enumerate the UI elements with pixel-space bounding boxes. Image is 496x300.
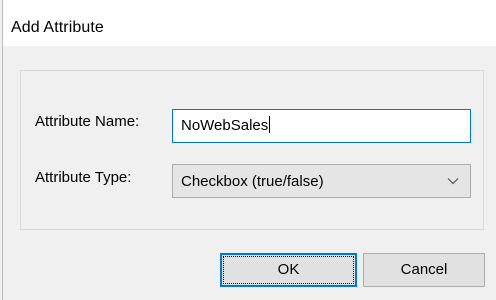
dialog-title: Add Attribute [11, 19, 104, 36]
attribute-group-box [20, 70, 484, 230]
cancel-button-label: Cancel [400, 261, 448, 278]
attribute-type-label: Attribute Type: [35, 169, 132, 186]
text-caret [269, 116, 271, 133]
attribute-type-select[interactable]: Checkbox (true/false) [172, 164, 471, 198]
cancel-button[interactable]: Cancel [363, 253, 485, 287]
attribute-type-value: Checkbox (true/false) [181, 173, 324, 190]
chevron-down-icon [447, 178, 459, 185]
add-attribute-dialog: Add Attribute Attribute Name: NoWebSales… [0, 0, 496, 300]
ok-button-label: OK [277, 261, 300, 278]
ok-button[interactable]: OK [220, 253, 357, 287]
attribute-name-value: NoWebSales [181, 117, 269, 134]
attribute-name-label: Attribute Name: [35, 113, 140, 130]
attribute-name-input[interactable]: NoWebSales [172, 109, 471, 143]
